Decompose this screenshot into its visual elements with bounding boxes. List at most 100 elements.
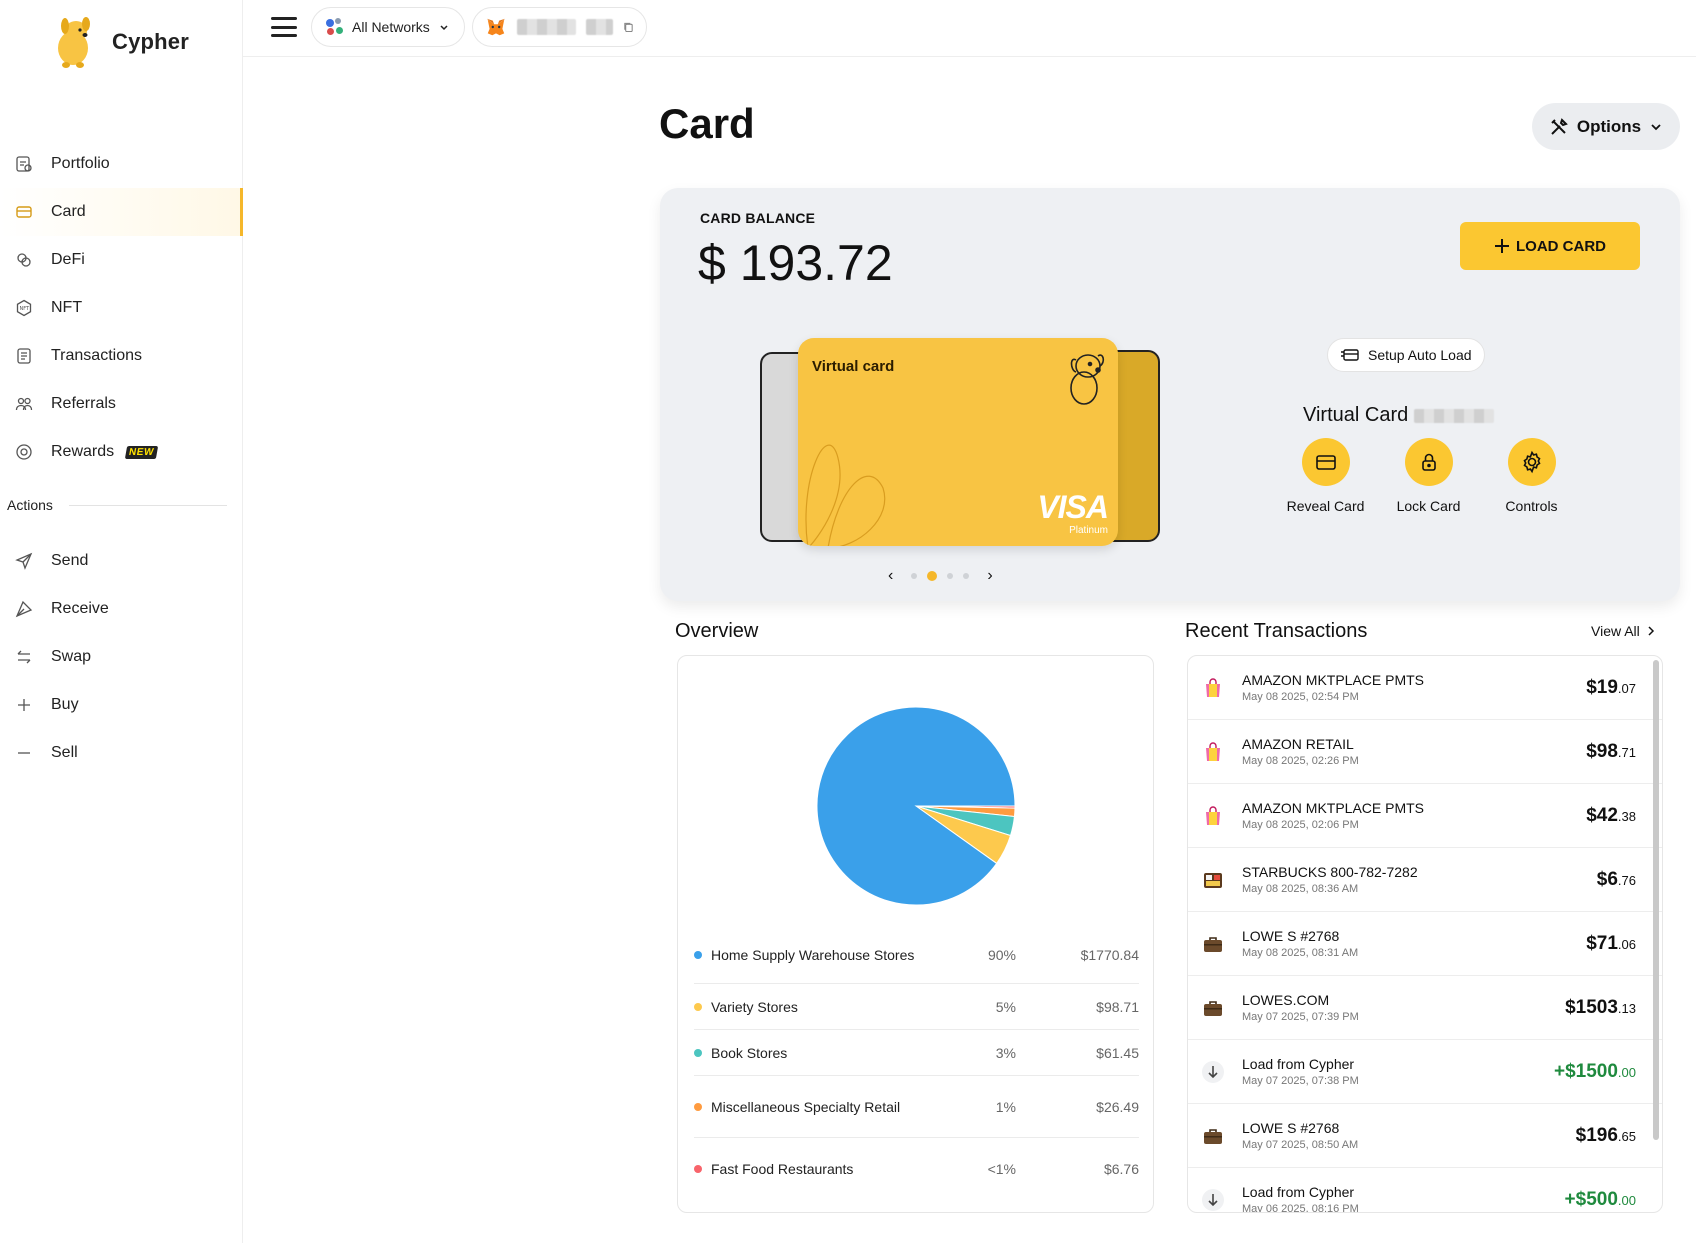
network-label: All Networks bbox=[352, 19, 430, 35]
actions-section-label: Actions bbox=[7, 497, 227, 513]
pager-dot[interactable] bbox=[911, 573, 918, 579]
cypher-dog-logo-icon bbox=[58, 17, 90, 68]
legend-color-dot bbox=[694, 1048, 702, 1057]
shopping-bag-icon bbox=[1200, 803, 1226, 829]
pie-slice[interactable] bbox=[816, 706, 1016, 906]
sidebar-item-nft[interactable]: NFT NFT bbox=[0, 284, 243, 332]
menu-toggle-icon[interactable] bbox=[271, 17, 297, 37]
view-all-link[interactable]: View All bbox=[1591, 623, 1656, 639]
plus-icon bbox=[14, 695, 34, 715]
sidebar-item-label: Receive bbox=[51, 600, 109, 617]
plus-icon bbox=[1495, 239, 1509, 253]
transaction-row[interactable]: AMAZON MKTPLACE PMTS May 08 2025, 02:54 P… bbox=[1188, 656, 1662, 720]
lock-card-button[interactable]: Lock Card bbox=[1377, 438, 1480, 514]
spending-legend: Home Supply Warehouse Stores 90% $1770.84 V… bbox=[694, 926, 1139, 1200]
transaction-row[interactable]: Load from Cypher May 07 2025, 07:38 PM +$1… bbox=[1188, 1040, 1662, 1104]
legend-amount: $6.76 bbox=[1103, 1161, 1139, 1177]
chevron-down-icon bbox=[440, 25, 448, 31]
recent-transactions-title: Recent Transactions bbox=[1185, 620, 1368, 642]
pager-dot[interactable] bbox=[963, 573, 970, 579]
legend-amount: $61.45 bbox=[1096, 1044, 1139, 1061]
transaction-row[interactable]: LOWES.COM May 07 2025, 07:39 PM $1503.13 bbox=[1188, 976, 1662, 1040]
sidebar-item-label: Buy bbox=[51, 696, 79, 713]
wallet-selector[interactable] bbox=[472, 7, 647, 47]
copy-icon[interactable] bbox=[623, 21, 634, 33]
sidebar-item-label: Swap bbox=[51, 648, 92, 665]
load-card-button[interactable]: LOAD CARD bbox=[1460, 222, 1640, 270]
legend-row: Miscellaneous Specialty Retail 1% $26.49 bbox=[694, 1076, 1139, 1138]
chevron-down-icon bbox=[1651, 123, 1661, 130]
setup-auto-load-button[interactable]: Setup Auto Load bbox=[1327, 338, 1485, 372]
lock-card-label: Lock Card bbox=[1396, 498, 1461, 514]
transaction-row[interactable]: LOWE S #2768 May 07 2025, 08:50 AM $196.65 bbox=[1188, 1104, 1662, 1168]
legend-percent: 3% bbox=[995, 1044, 1016, 1061]
overview-title: Overview bbox=[675, 620, 759, 642]
options-button[interactable]: Options bbox=[1532, 103, 1680, 150]
legend-row: Book Stores 3% $61.45 bbox=[694, 1030, 1139, 1076]
card-icon bbox=[1315, 455, 1336, 470]
reveal-card-button[interactable]: Reveal Card bbox=[1274, 438, 1377, 514]
transaction-row[interactable]: AMAZON RETAIL May 08 2025, 02:26 PM $98.71 bbox=[1188, 720, 1662, 784]
legend-row: Fast Food Restaurants <1% $6.76 bbox=[694, 1138, 1139, 1200]
legend-amount: $1770.84 bbox=[1080, 946, 1139, 963]
transaction-date: May 07 2025, 07:38 PM bbox=[1242, 1075, 1359, 1087]
sidebar-item-send[interactable]: Send bbox=[0, 537, 243, 585]
sidebar-item-label: Card bbox=[51, 203, 86, 220]
pager-dot[interactable] bbox=[947, 573, 954, 579]
transaction-row[interactable]: Load from Cypher May 06 2025, 08:16 PM +$5… bbox=[1188, 1168, 1662, 1212]
page-title: Card bbox=[659, 100, 755, 147]
transaction-date: May 08 2025, 02:54 PM bbox=[1242, 691, 1359, 703]
app-logo[interactable]: Cypher bbox=[50, 14, 189, 70]
transaction-name: LOWE S #2768 bbox=[1242, 928, 1340, 944]
send-icon bbox=[14, 551, 34, 571]
shopping-bag-icon bbox=[1200, 675, 1226, 701]
sidebar-item-sell[interactable]: Sell bbox=[0, 729, 243, 777]
sidebar-item-label: Referrals bbox=[51, 395, 116, 412]
transaction-name: Load from Cypher bbox=[1242, 1056, 1355, 1072]
sidebar-item-receive[interactable]: Receive bbox=[0, 585, 243, 633]
auto-load-label: Setup Auto Load bbox=[1368, 347, 1472, 363]
sidebar-item-defi[interactable]: DeFi bbox=[0, 236, 243, 284]
transaction-name: AMAZON MKTPLACE PMTS bbox=[1242, 672, 1425, 688]
svg-text:NFT: NFT bbox=[20, 306, 31, 312]
legend-category: Fast Food Restaurants bbox=[711, 1161, 854, 1177]
sidebar-item-rewards[interactable]: Rewards NEW bbox=[0, 428, 243, 476]
transaction-amount: $19.07 bbox=[1586, 676, 1636, 698]
sidebar-item-buy[interactable]: Buy bbox=[0, 681, 243, 729]
card-panel: CARD BALANCE $ 193.72 LOAD CARD Virtual … bbox=[660, 188, 1680, 601]
defi-icon bbox=[14, 250, 34, 270]
sidebar-item-label: Rewards bbox=[51, 443, 115, 460]
sidebar-item-card[interactable]: Card bbox=[0, 188, 243, 236]
sidebar-item-label: Send bbox=[51, 552, 89, 569]
minus-icon bbox=[14, 743, 34, 763]
virtual-card-title: Virtual Card bbox=[1303, 404, 1495, 427]
card-pager: ‹ › bbox=[880, 567, 1001, 585]
card-actions: Reveal Card Lock Card Controls bbox=[1274, 438, 1583, 514]
network-selector[interactable]: All Networks bbox=[311, 7, 465, 47]
transactions-icon bbox=[14, 346, 34, 366]
sidebar-item-transactions[interactable]: Transactions bbox=[0, 332, 243, 380]
sidebar-item-swap[interactable]: Swap bbox=[0, 633, 243, 681]
main-nav: Portfolio Card DeFi NFT NFT Transactions bbox=[0, 140, 243, 476]
virtual-card-front[interactable]: Virtual card VISA Platinum bbox=[798, 338, 1118, 546]
chevron-left-icon[interactable]: ‹ bbox=[888, 567, 893, 585]
chevron-right-icon[interactable]: › bbox=[987, 567, 992, 585]
scrollbar[interactable] bbox=[1653, 660, 1659, 1140]
controls-button[interactable]: Controls bbox=[1480, 438, 1583, 514]
legend-row: Variety Stores 5% $98.71 bbox=[694, 984, 1139, 1030]
tools-icon bbox=[1551, 117, 1568, 135]
sidebar-item-portfolio[interactable]: Portfolio bbox=[0, 140, 243, 188]
card-tier: Platinum bbox=[1069, 525, 1108, 536]
pager-dot-active[interactable] bbox=[927, 571, 938, 581]
transaction-row[interactable]: STARBUCKS 800-782-7282 May 08 2025, 08:36… bbox=[1188, 848, 1662, 912]
arrow-down-icon bbox=[1200, 1059, 1226, 1085]
transaction-date: May 08 2025, 08:36 AM bbox=[1242, 883, 1359, 895]
card-carousel[interactable]: Virtual card VISA Platinum bbox=[760, 338, 1160, 548]
transaction-row[interactable]: AMAZON MKTPLACE PMTS May 08 2025, 02:06 P… bbox=[1188, 784, 1662, 848]
sidebar-item-referrals[interactable]: Referrals bbox=[0, 380, 243, 428]
chevron-right-icon bbox=[1648, 626, 1654, 636]
transaction-row[interactable]: LOWE S #2768 May 08 2025, 08:31 AM $71.06 bbox=[1188, 912, 1662, 976]
networks-icon bbox=[326, 18, 344, 36]
transaction-amount: $42.38 bbox=[1586, 804, 1636, 826]
legend-color-dot bbox=[694, 1165, 702, 1173]
